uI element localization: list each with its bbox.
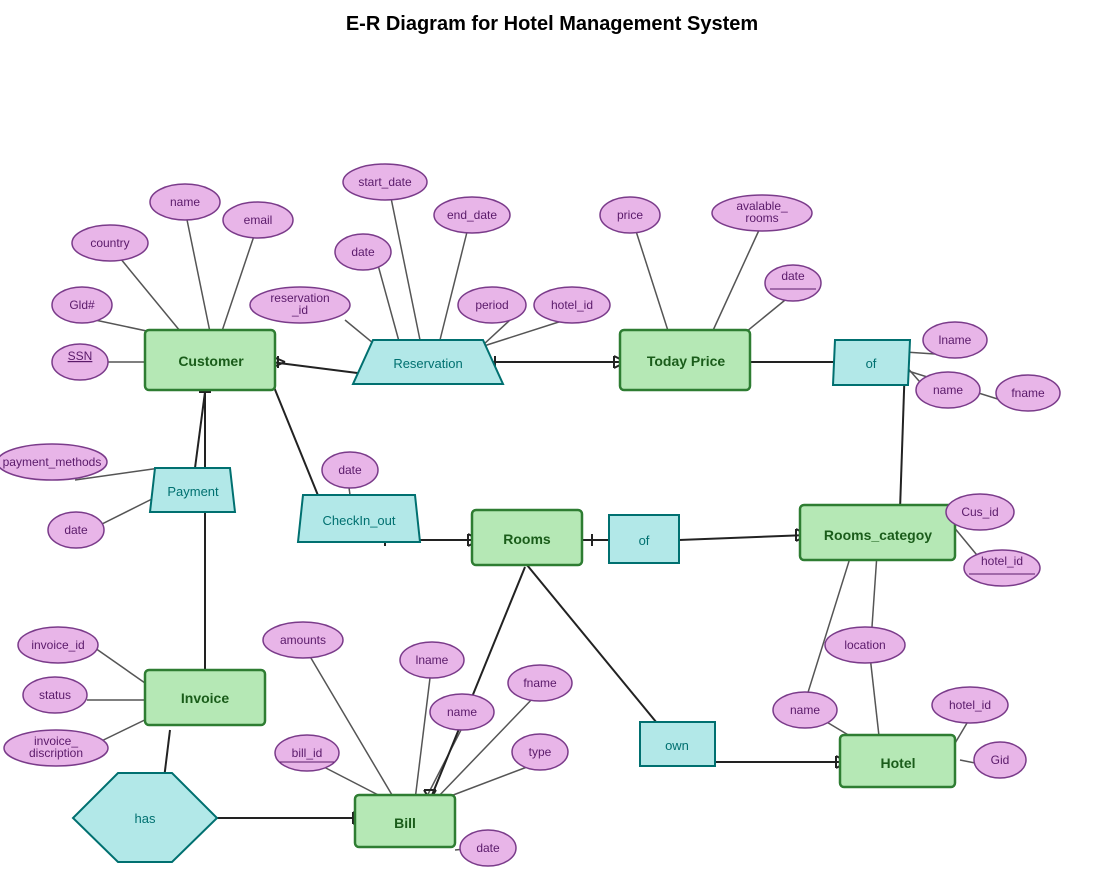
customer-label: Customer: [178, 353, 244, 369]
svg-text:date: date: [476, 841, 500, 855]
hotel-label: Hotel: [881, 755, 916, 771]
svg-text:rooms: rooms: [745, 211, 778, 225]
payment-label: Payment: [167, 484, 219, 499]
svg-text:period: period: [475, 298, 508, 312]
svg-text:fname: fname: [523, 676, 557, 690]
svg-text:hotel_id: hotel_id: [949, 698, 991, 712]
svg-text:date: date: [781, 269, 805, 283]
svg-text:fname: fname: [1011, 386, 1045, 400]
checkinout-label: CheckIn_out: [323, 513, 396, 528]
has-label: has: [135, 811, 156, 826]
svg-text:type: type: [529, 745, 552, 759]
invoice-label: Invoice: [181, 690, 229, 706]
svg-text:invoice_id: invoice_id: [31, 638, 84, 652]
svg-text:payment_methods: payment_methods: [3, 455, 102, 469]
svg-text:start_date: start_date: [358, 175, 412, 189]
svg-text:SSN: SSN: [68, 349, 93, 363]
svg-text:Gid: Gid: [991, 753, 1010, 767]
svg-text:_id: _id: [291, 303, 308, 317]
svg-text:country: country: [90, 236, 129, 250]
rooms-label: Rooms: [503, 531, 551, 547]
diagram-title: E-R Diagram for Hotel Management System: [346, 13, 758, 35]
svg-text:Gld#: Gld#: [69, 298, 95, 312]
svg-text:name: name: [933, 383, 963, 397]
todayprice-label: Today Price: [647, 353, 726, 369]
reservation-label: Reservation: [393, 356, 462, 371]
svg-text:Cus_id: Cus_id: [961, 505, 998, 519]
svg-text:amounts: amounts: [280, 633, 326, 647]
svg-text:lname: lname: [939, 333, 972, 347]
svg-text:date: date: [351, 245, 375, 259]
svg-text:lname: lname: [416, 653, 449, 667]
svg-text:discription: discription: [29, 746, 83, 760]
svg-text:date: date: [64, 523, 88, 537]
svg-text:status: status: [39, 688, 71, 702]
svg-text:bill_id: bill_id: [292, 746, 323, 760]
svg-text:email: email: [244, 213, 273, 227]
of1-label: of: [866, 356, 877, 371]
svg-text:end_date: end_date: [447, 208, 497, 222]
svg-text:name: name: [447, 705, 477, 719]
roomscategoy-label: Rooms_categoy: [824, 527, 932, 543]
svg-text:name: name: [170, 195, 200, 209]
svg-text:date: date: [338, 463, 362, 477]
svg-text:price: price: [617, 208, 643, 222]
svg-text:hotel_id: hotel_id: [551, 298, 593, 312]
svg-text:location: location: [844, 638, 885, 652]
own-label: own: [665, 738, 689, 753]
svg-text:name: name: [790, 703, 820, 717]
bill-label: Bill: [394, 815, 416, 831]
of2-label: of: [639, 533, 650, 548]
svg-text:hotel_id: hotel_id: [981, 554, 1023, 568]
